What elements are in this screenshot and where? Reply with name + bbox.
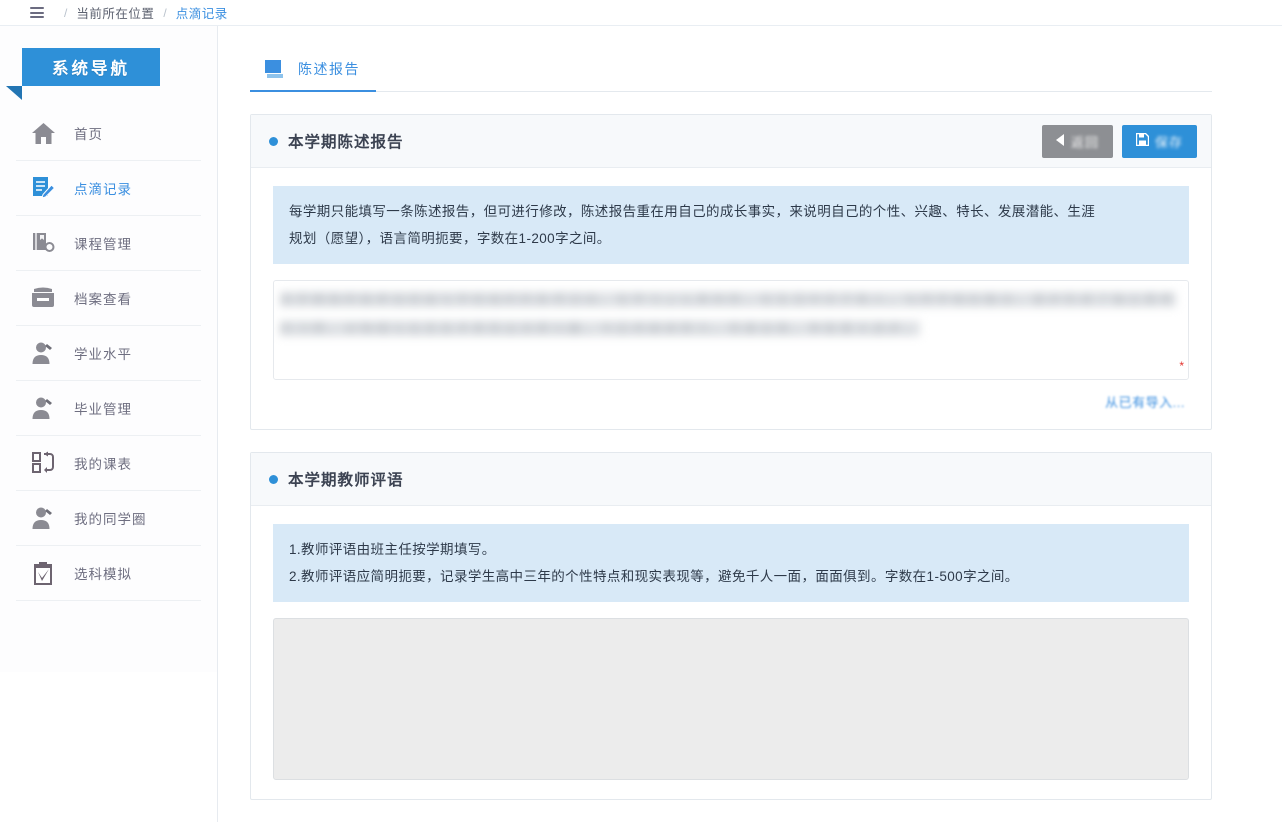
breadcrumb-bar: / 当前所在位置 / 点滴记录 [0, 0, 1282, 26]
teacher-comment-panel: 本学期教师评语 1.教师评语由班主任按学期填写。 2.教师评语应简明扼要，记录学… [250, 452, 1212, 800]
teacher-comment-panel-header: 本学期教师评语 [251, 453, 1211, 506]
sidebar-item-course-management[interactable]: 课程管理 [16, 216, 201, 271]
hamburger-icon[interactable] [30, 7, 44, 18]
statement-report-editor[interactable]: 本学期我积极参加班级与学校组织的各项活动，在学习上认真刻苦，在生活中乐于助人，与… [273, 280, 1189, 380]
statement-report-notice: 每学期只能填写一条陈述报告，但可进行修改，陈述报告重在用自己的成长事实，来说明自… [273, 186, 1189, 264]
save-button-label: 保存 [1154, 134, 1183, 150]
sidebar-nav-list: 首页 点滴记录 课程管理 档案查看 学业水平 毕业管理 我的课表 我的同学圈 选… [0, 106, 217, 601]
tab-statement-report[interactable]: 陈述报告 [250, 48, 376, 92]
sidebar-item-label: 首页 [74, 127, 103, 142]
sidebar-item-graduation-management[interactable]: 毕业管理 [16, 381, 201, 436]
save-button[interactable]: 保存 [1121, 124, 1197, 158]
sidebar-item-label: 点滴记录 [74, 182, 132, 197]
note-edit-icon [30, 175, 56, 201]
statement-report-panel-header: 本学期陈述报告 返回 保存 [251, 115, 1211, 168]
sidebar: 系统导航 首页 点滴记录 课程管理 档案查看 学业水平 毕业管理 我的课表 我的… [0, 26, 218, 822]
back-button[interactable]: 返回 [1041, 124, 1113, 158]
sidebar-item-label: 我的同学圈 [74, 512, 147, 527]
archive-box-icon [30, 285, 56, 311]
app-shell: 系统导航 首页 点滴记录 课程管理 档案查看 学业水平 毕业管理 我的课表 我的… [0, 26, 1282, 822]
sidebar-item-home[interactable]: 首页 [16, 106, 201, 161]
schedule-swap-icon [30, 450, 56, 476]
sidebar-item-label: 档案查看 [74, 292, 132, 307]
statement-report-body: 每学期只能填写一条陈述报告，但可进行修改，陈述报告重在用自己的成长事实，来说明自… [251, 168, 1211, 429]
panel-actions: 返回 保存 [1041, 124, 1197, 158]
sidebar-item-label: 选科模拟 [74, 567, 132, 582]
breadcrumb-separator-2: / [163, 5, 167, 20]
teacher-comment-textarea[interactable] [273, 618, 1189, 780]
sidebar-item-label: 毕业管理 [74, 402, 132, 417]
tab-bar: 陈述报告 [250, 48, 1212, 92]
tab-label: 陈述报告 [298, 61, 360, 77]
import-row: 从已有导入... [273, 380, 1189, 415]
user-icon [30, 505, 56, 531]
teacher-comment-notice: 1.教师评语由班主任按学期填写。 2.教师评语应简明扼要，记录学生高中三年的个性… [273, 524, 1189, 602]
bullet-icon [269, 474, 278, 484]
breadcrumb-current-location: 当前所在位置 [76, 7, 155, 21]
sidebar-item-label: 我的课表 [74, 457, 132, 472]
required-mark: * [1179, 359, 1184, 373]
sidebar-item-label: 学业水平 [74, 347, 132, 362]
panel-title: 本学期教师评语 [288, 472, 404, 489]
notice-line: 每学期只能填写一条陈述报告，但可进行修改，陈述报告重在用自己的成长事实，来说明自… [289, 204, 1096, 219]
sidebar-item-subject-simulation[interactable]: 选科模拟 [16, 546, 201, 601]
chevron-left-icon [1055, 133, 1065, 149]
sidebar-item-my-schedule[interactable]: 我的课表 [16, 436, 201, 491]
book-settings-icon [30, 230, 56, 256]
user-icon [30, 395, 56, 421]
sidebar-item-academic-level[interactable]: 学业水平 [16, 326, 201, 381]
breadcrumb-separator-1: / [64, 5, 68, 20]
breadcrumb-page[interactable]: 点滴记录 [176, 3, 228, 22]
sidebar-item-records[interactable]: 点滴记录 [16, 161, 201, 216]
back-button-label: 返回 [1070, 134, 1099, 150]
save-disk-icon [1135, 132, 1150, 149]
document-tab-icon [264, 59, 286, 79]
notice-line: 1.教师评语由班主任按学期填写。 [289, 542, 496, 557]
sidebar-banner-ribbon-tail [6, 86, 22, 100]
teacher-comment-body: 1.教师评语由班主任按学期填写。 2.教师评语应简明扼要，记录学生高中三年的个性… [251, 506, 1211, 799]
sidebar-item-label: 课程管理 [74, 237, 132, 252]
main-content: 陈述报告 本学期陈述报告 返回 保存 每学期只能填写一条陈述报告，但可进行修改，… [218, 26, 1282, 822]
bullet-icon [269, 136, 278, 146]
import-existing-link[interactable]: 从已有导入... [1105, 392, 1185, 411]
home-icon [30, 120, 56, 146]
clipboard-check-icon [30, 560, 56, 586]
sidebar-item-archive[interactable]: 档案查看 [16, 271, 201, 326]
statement-report-panel: 本学期陈述报告 返回 保存 每学期只能填写一条陈述报告，但可进行修改，陈述报告重… [250, 114, 1212, 430]
user-icon [30, 340, 56, 366]
panel-title: 本学期陈述报告 [288, 134, 404, 151]
sidebar-banner: 系统导航 [6, 48, 160, 100]
notice-line: 2.教师评语应简明扼要，记录学生高中三年的个性特点和现实表现等，避免千人一面，面… [289, 569, 1019, 584]
sidebar-banner-title: 系统导航 [22, 48, 160, 86]
statement-report-text: 本学期我积极参加班级与学校组织的各项活动，在学习上认真刻苦，在生活中乐于助人，与… [280, 292, 1177, 336]
sidebar-item-classmate-circle[interactable]: 我的同学圈 [16, 491, 201, 546]
notice-line: 规划（愿望），语言简明扼要，字数在1-200字之间。 [289, 231, 611, 246]
